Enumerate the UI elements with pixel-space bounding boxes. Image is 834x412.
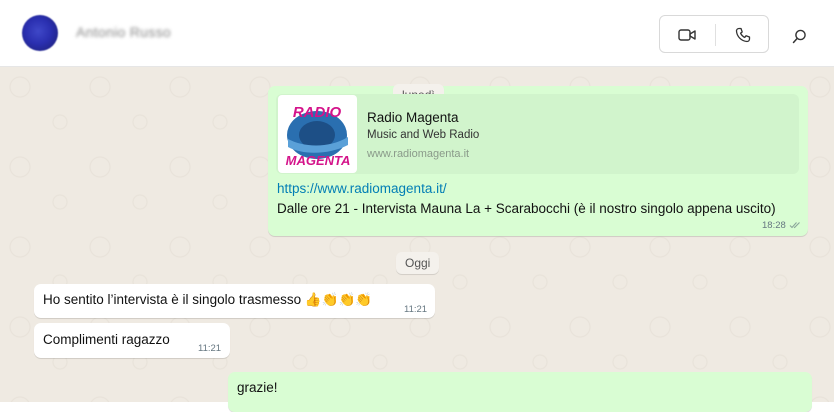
video-call-button[interactable] — [660, 16, 714, 54]
link-preview-domain: www.radiomagenta.it — [367, 148, 470, 160]
voice-call-icon — [735, 27, 751, 43]
message-text: Complimenti ragazzo — [43, 332, 170, 347]
avatar[interactable] — [22, 15, 58, 51]
link-preview-title: Radio Magenta — [367, 110, 459, 125]
radio-magenta-logo: RADIO MAGENTA — [278, 95, 357, 173]
contact-name[interactable]: Antonio Russo — [76, 24, 171, 40]
message-text: Dalle ore 21 - Intervista Mauna La + Sca… — [277, 201, 776, 216]
search-icon — [792, 29, 806, 43]
call-button-group — [659, 15, 769, 53]
video-call-icon — [678, 29, 696, 41]
date-separator: Oggi — [396, 252, 440, 274]
message-link[interactable]: https://www.radiomagenta.it/ — [277, 181, 447, 196]
message-text: grazie! — [237, 380, 278, 395]
message-text: Ho sentito l’intervista è il singolo tra… — [43, 292, 373, 307]
message-time: 11:21 — [404, 304, 428, 315]
double-check-icon — [789, 222, 800, 229]
link-preview-description: Music and Web Radio — [367, 129, 480, 141]
search-button[interactable] — [785, 22, 813, 50]
logo-text-top: RADIO — [293, 104, 342, 121]
message-time: 11:21 — [198, 343, 222, 354]
message-bubble-outgoing[interactable] — [228, 372, 812, 412]
chat-header: Antonio Russo — [0, 0, 834, 67]
logo-text-bottom: MAGENTA — [286, 153, 351, 168]
voice-call-button[interactable] — [716, 16, 770, 54]
message-time: 18:28 — [762, 220, 786, 231]
